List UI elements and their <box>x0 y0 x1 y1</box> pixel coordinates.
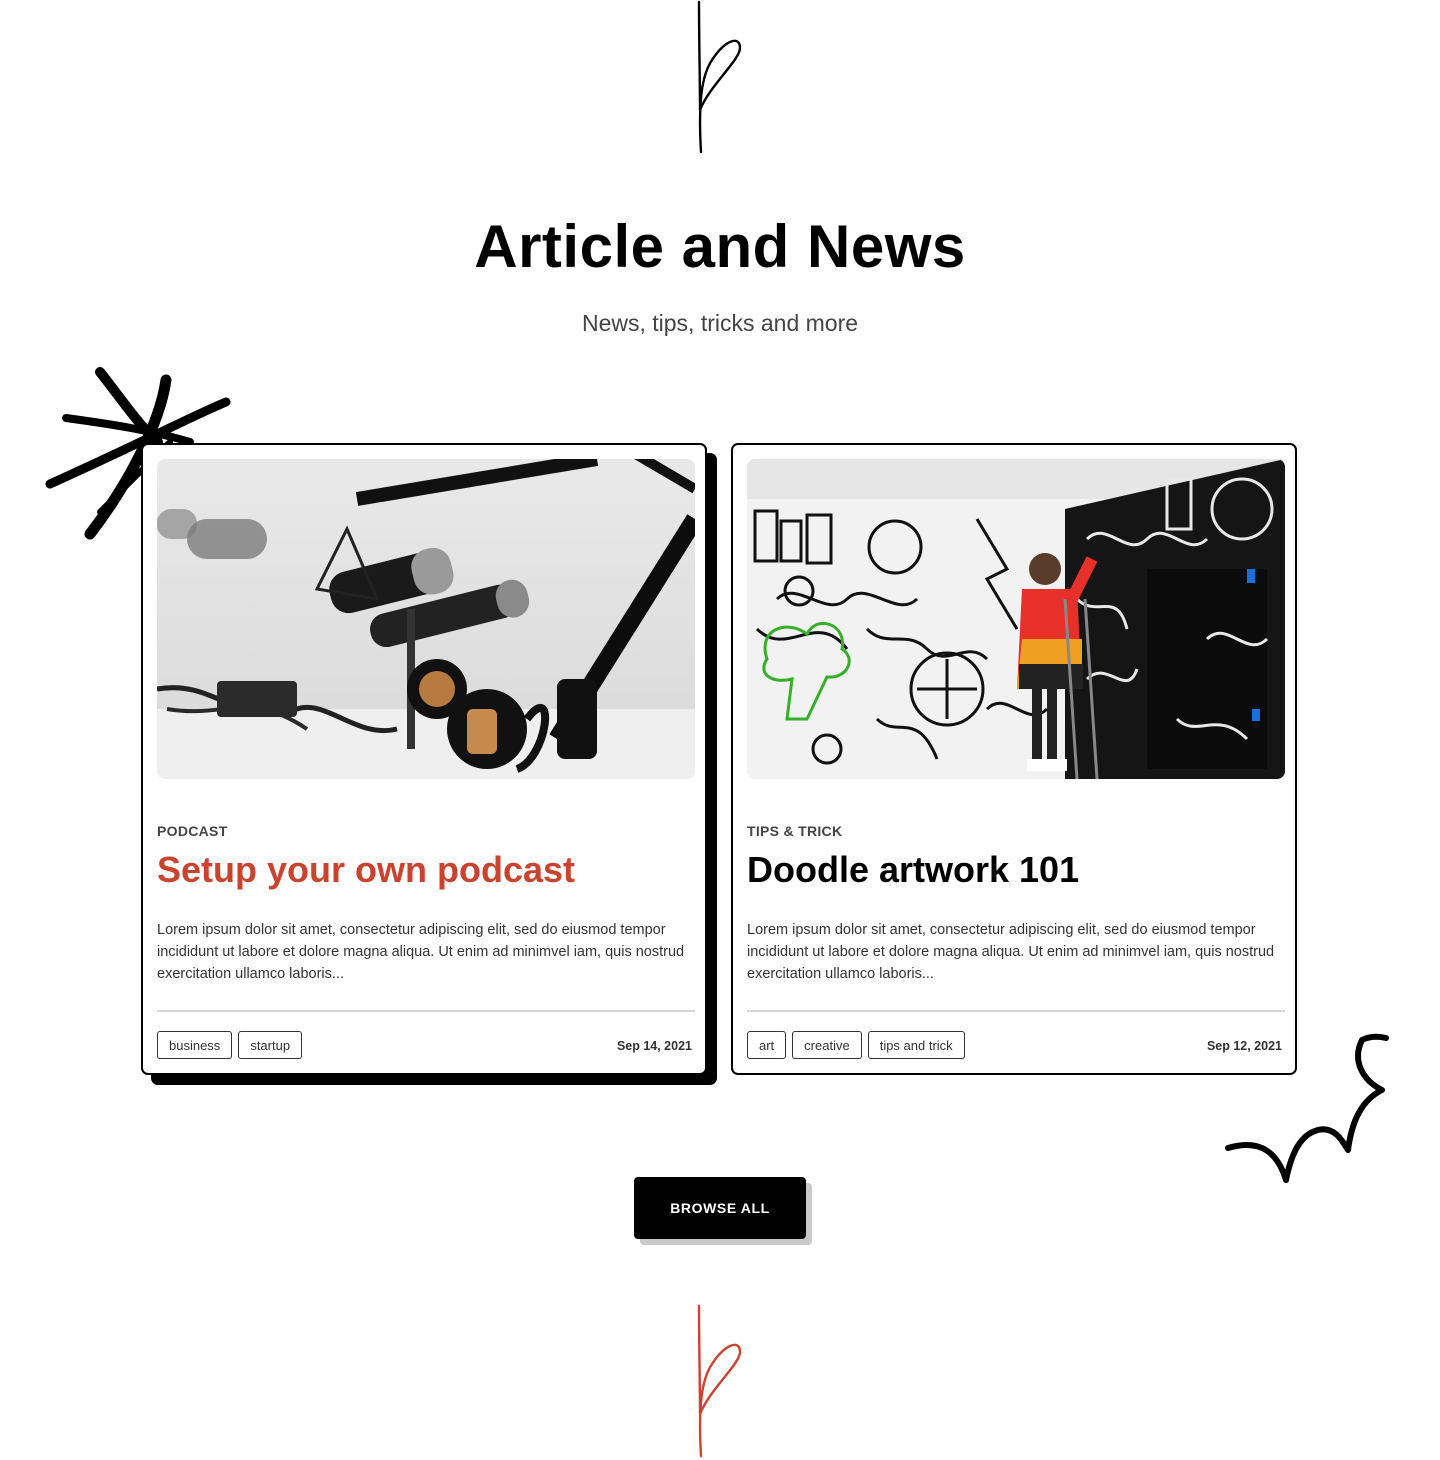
tag-list: art creative tips and trick <box>747 1031 965 1059</box>
article-image-podcast[interactable] <box>157 459 695 779</box>
tag-chip[interactable]: business <box>157 1031 233 1059</box>
tag-chip[interactable]: art <box>747 1031 787 1059</box>
article-title[interactable]: Setup your own podcast <box>157 849 575 891</box>
tag-chip[interactable]: startup <box>238 1031 303 1059</box>
article-excerpt: Lorem ipsum dolor sit amet, consectetur … <box>157 922 685 982</box>
squiggle-icon-red <box>697 1304 742 1458</box>
article-category: PODCAST <box>157 823 228 839</box>
section-title: Article and News <box>474 213 966 280</box>
article-category: TIPS & TRICK <box>747 823 843 839</box>
tag-chip[interactable]: creative <box>792 1031 862 1059</box>
squiggle-icon <box>697 0 742 154</box>
tag-list: business startup <box>157 1031 303 1059</box>
article-card[interactable]: PODCAST Setup your own podcast Lorem ips… <box>141 443 707 1075</box>
article-date: Sep 14, 2021 <box>616 1039 692 1053</box>
article-card[interactable]: TIPS & TRICK Doodle artwork 101 Lorem ip… <box>731 443 1297 1075</box>
article-title[interactable]: Doodle artwork 101 <box>747 849 1079 891</box>
article-image-doodle[interactable] <box>747 459 1285 779</box>
divider <box>747 1010 1285 1012</box>
section-subtitle: News, tips, tricks and more <box>581 310 859 336</box>
tag-chip[interactable]: tips and trick <box>867 1031 965 1059</box>
browse-all-button[interactable]: BROWSE ALL <box>634 1177 806 1239</box>
wiggle-doodle-icon <box>1225 1033 1389 1183</box>
article-excerpt: Lorem ipsum dolor sit amet, consectetur … <box>747 922 1275 982</box>
divider <box>157 1010 695 1012</box>
